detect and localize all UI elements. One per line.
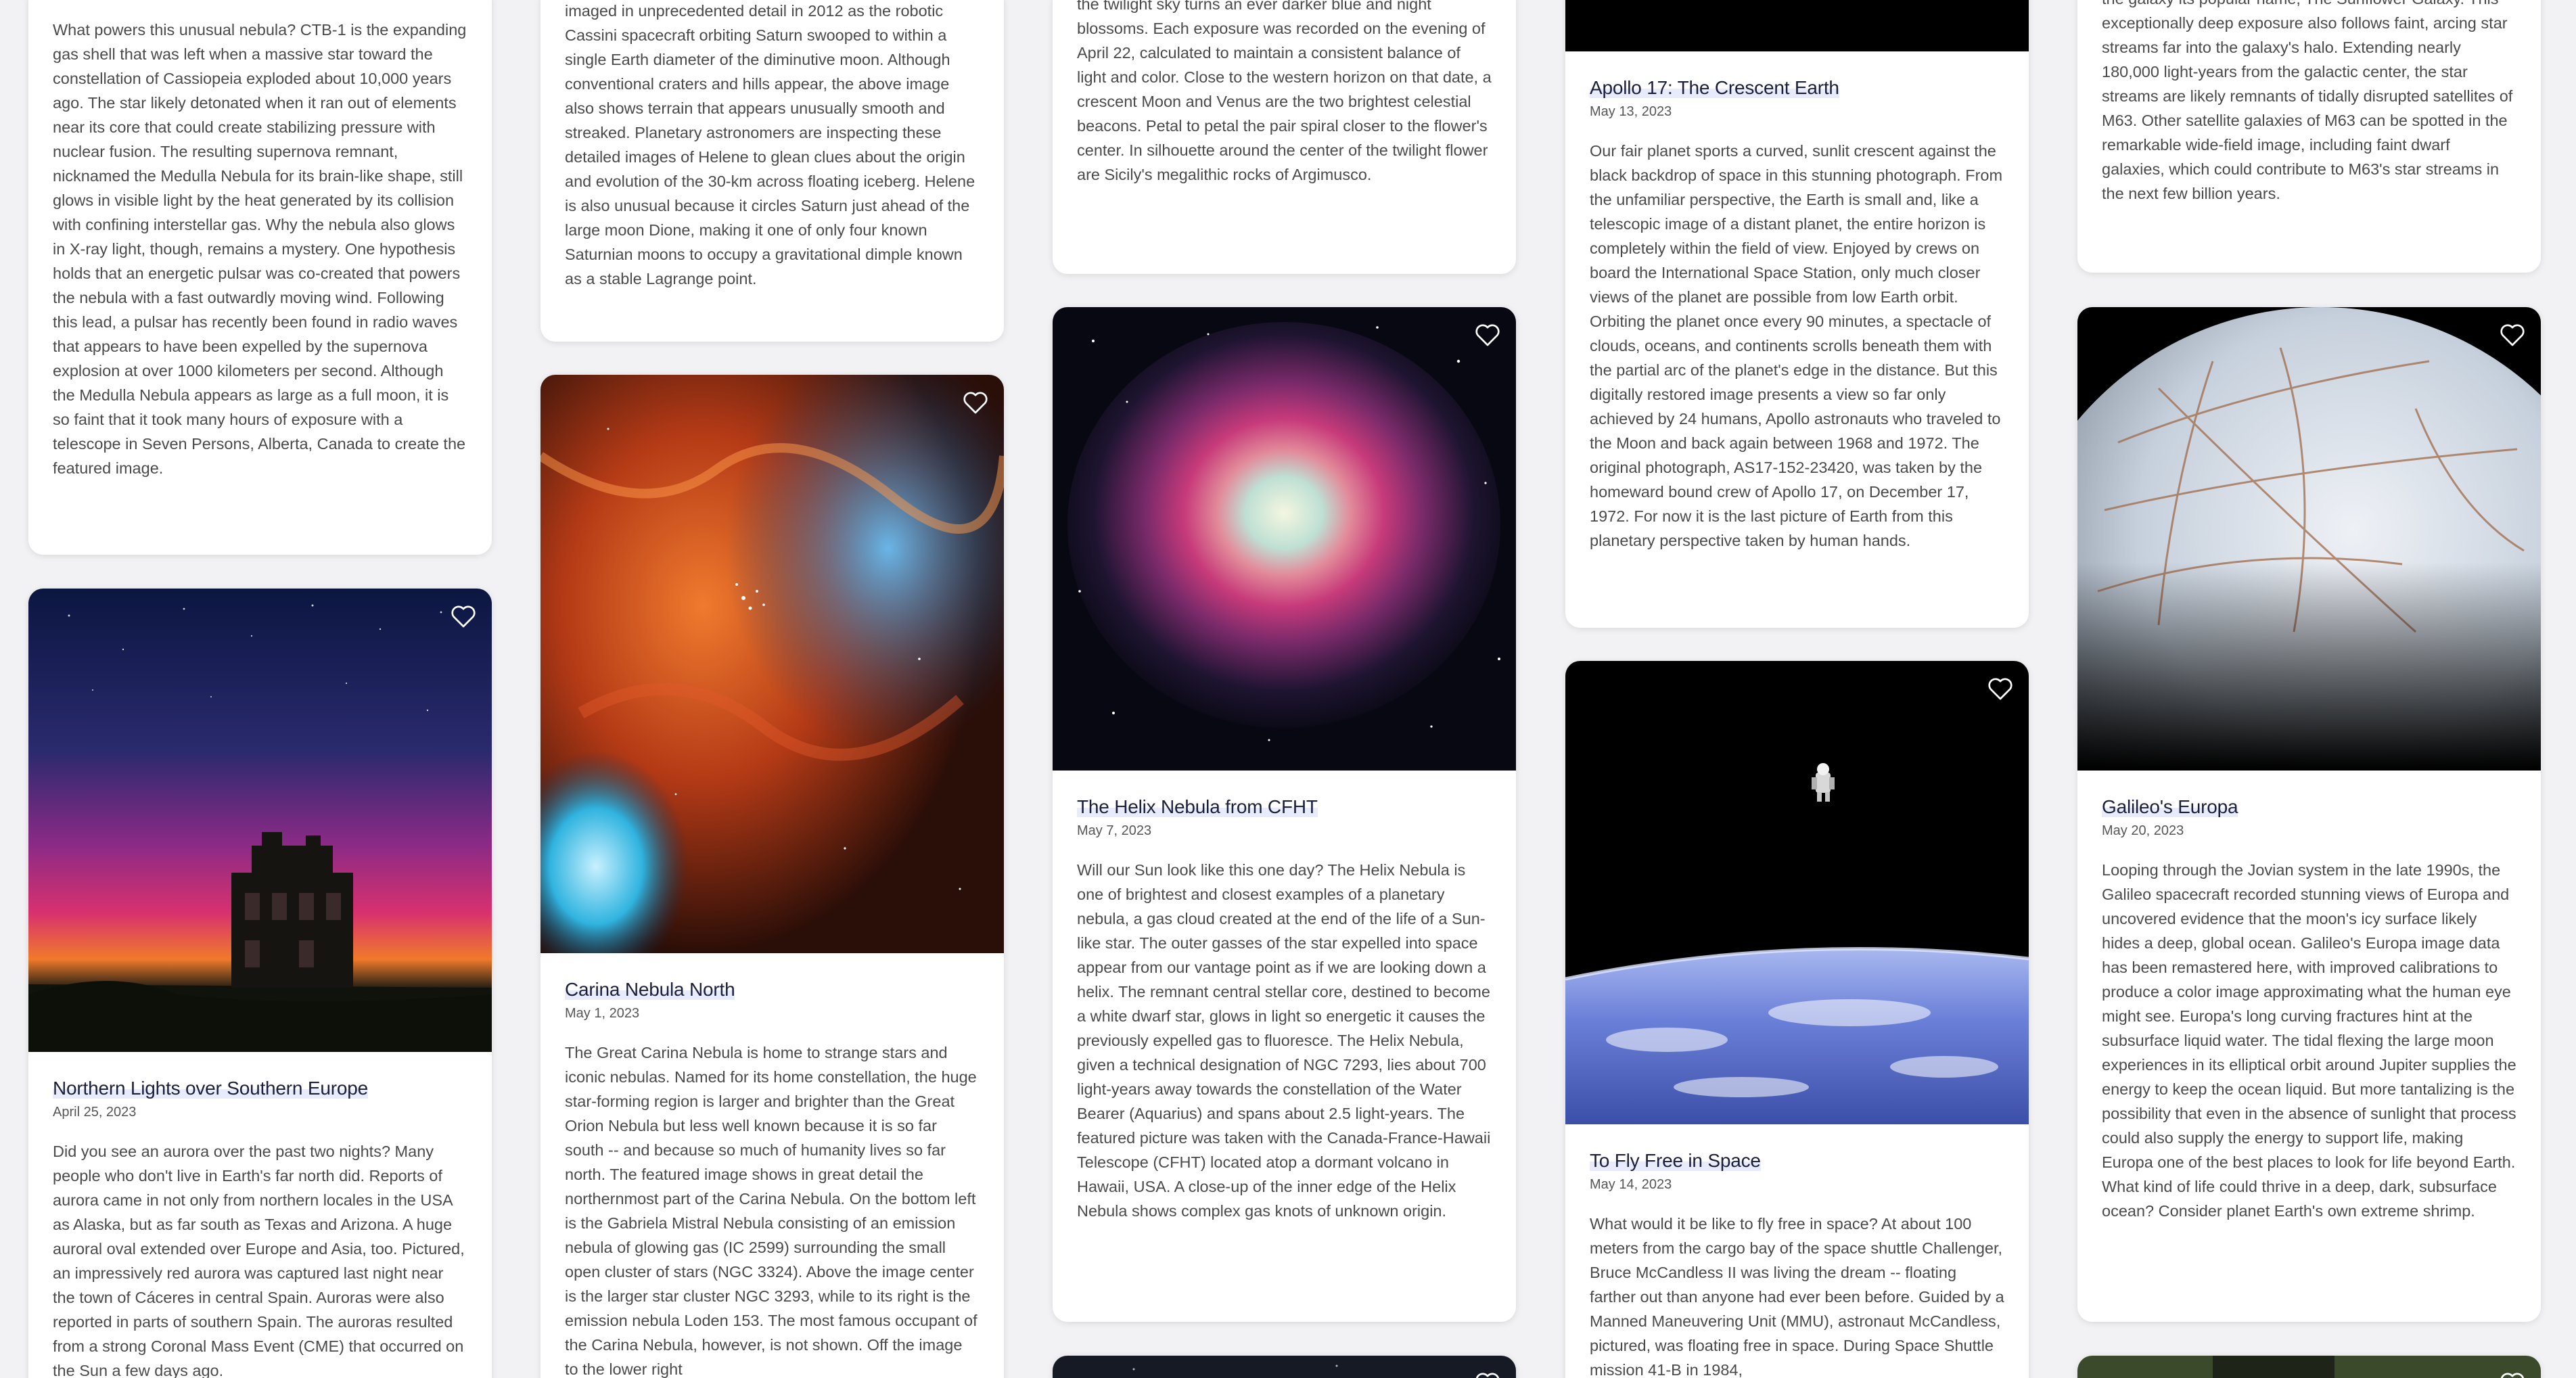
card-image[interactable] [2077, 1356, 2541, 1378]
card-description: Our fair planet sports a curved, sunlit … [1590, 142, 2003, 549]
card-description: What powers this unusual nebula? CTB-1 i… [53, 21, 467, 477]
card-description: Did you see an aurora over the past two … [53, 1143, 465, 1378]
heart-icon[interactable] [1474, 322, 1501, 348]
card-title[interactable]: Northern Lights over Southern Europe [53, 1078, 467, 1099]
card-date: April 25, 2023 [53, 1105, 137, 1120]
card-aurora: Northern Lights over Southern Europe Apr… [28, 589, 492, 1378]
card-image[interactable] [28, 589, 492, 1052]
card-description: the twilight sky turns an ever darker bl… [1077, 0, 1492, 183]
card-next-column5 [2077, 1356, 2541, 1378]
card-sunflower: the galaxy its popular name, The Sunflow… [2077, 0, 2541, 273]
card-description: Will our Sun look like this one day? The… [1077, 861, 1491, 1220]
card-title[interactable]: The Helix Nebula from CFHT [1077, 796, 1492, 818]
card-image[interactable] [2077, 307, 2541, 771]
heart-icon[interactable] [1474, 1371, 1501, 1378]
card-helene: imaged in unprecedented detail in 2012 a… [540, 0, 1004, 342]
card-image[interactable] [1565, 0, 2029, 51]
heart-icon[interactable] [962, 390, 989, 415]
heart-icon[interactable] [450, 603, 477, 629]
card-apollo: Apollo 17: The Crescent Earth May 13, 20… [1565, 0, 2029, 628]
heart-icon[interactable] [2499, 322, 2526, 348]
card-description: What would it be like to fly free in spa… [1590, 1215, 2004, 1378]
card-flower: the twilight sky turns an ever darker bl… [1053, 0, 1516, 274]
card-image[interactable] [1053, 1356, 1516, 1378]
card-image[interactable] [1565, 661, 2029, 1124]
card-date: May 7, 2023 [1077, 823, 1152, 838]
card-description: the galaxy its popular name, The Sunflow… [2102, 0, 2513, 202]
card-title[interactable]: Galileo's Europa [2102, 796, 2516, 818]
card-description: The Great Carina Nebula is home to stran… [565, 1044, 978, 1378]
card-description: Looping through the Jovian system in the… [2102, 861, 2516, 1220]
card-europa: Galileo's Europa May 20, 2023 Looping th… [2077, 307, 2541, 1322]
card-flyfree: To Fly Free in Space May 14, 2023 What w… [1565, 661, 2029, 1378]
card-title[interactable]: Apollo 17: The Crescent Earth [1590, 77, 2004, 99]
heart-icon[interactable] [2499, 1371, 2526, 1378]
card-image[interactable] [540, 375, 1004, 953]
card-ctb1: What powers this unusual nebula? CTB-1 i… [28, 0, 492, 555]
card-description: imaged in unprecedented detail in 2012 a… [565, 2, 975, 288]
card-next-column3 [1053, 1356, 1516, 1378]
heart-icon[interactable] [1987, 676, 2014, 702]
card-image[interactable] [1053, 307, 1516, 771]
card-helix: The Helix Nebula from CFHT May 7, 2023 W… [1053, 307, 1516, 1322]
card-title[interactable]: Carina Nebula North [565, 979, 980, 1001]
card-carina: Carina Nebula North May 1, 2023 The Grea… [540, 375, 1004, 1378]
card-date: May 14, 2023 [1590, 1177, 1672, 1192]
card-date: May 20, 2023 [2102, 823, 2184, 838]
card-date: May 13, 2023 [1590, 104, 1672, 119]
card-date: May 1, 2023 [565, 1006, 640, 1021]
card-title[interactable]: To Fly Free in Space [1590, 1150, 2004, 1172]
